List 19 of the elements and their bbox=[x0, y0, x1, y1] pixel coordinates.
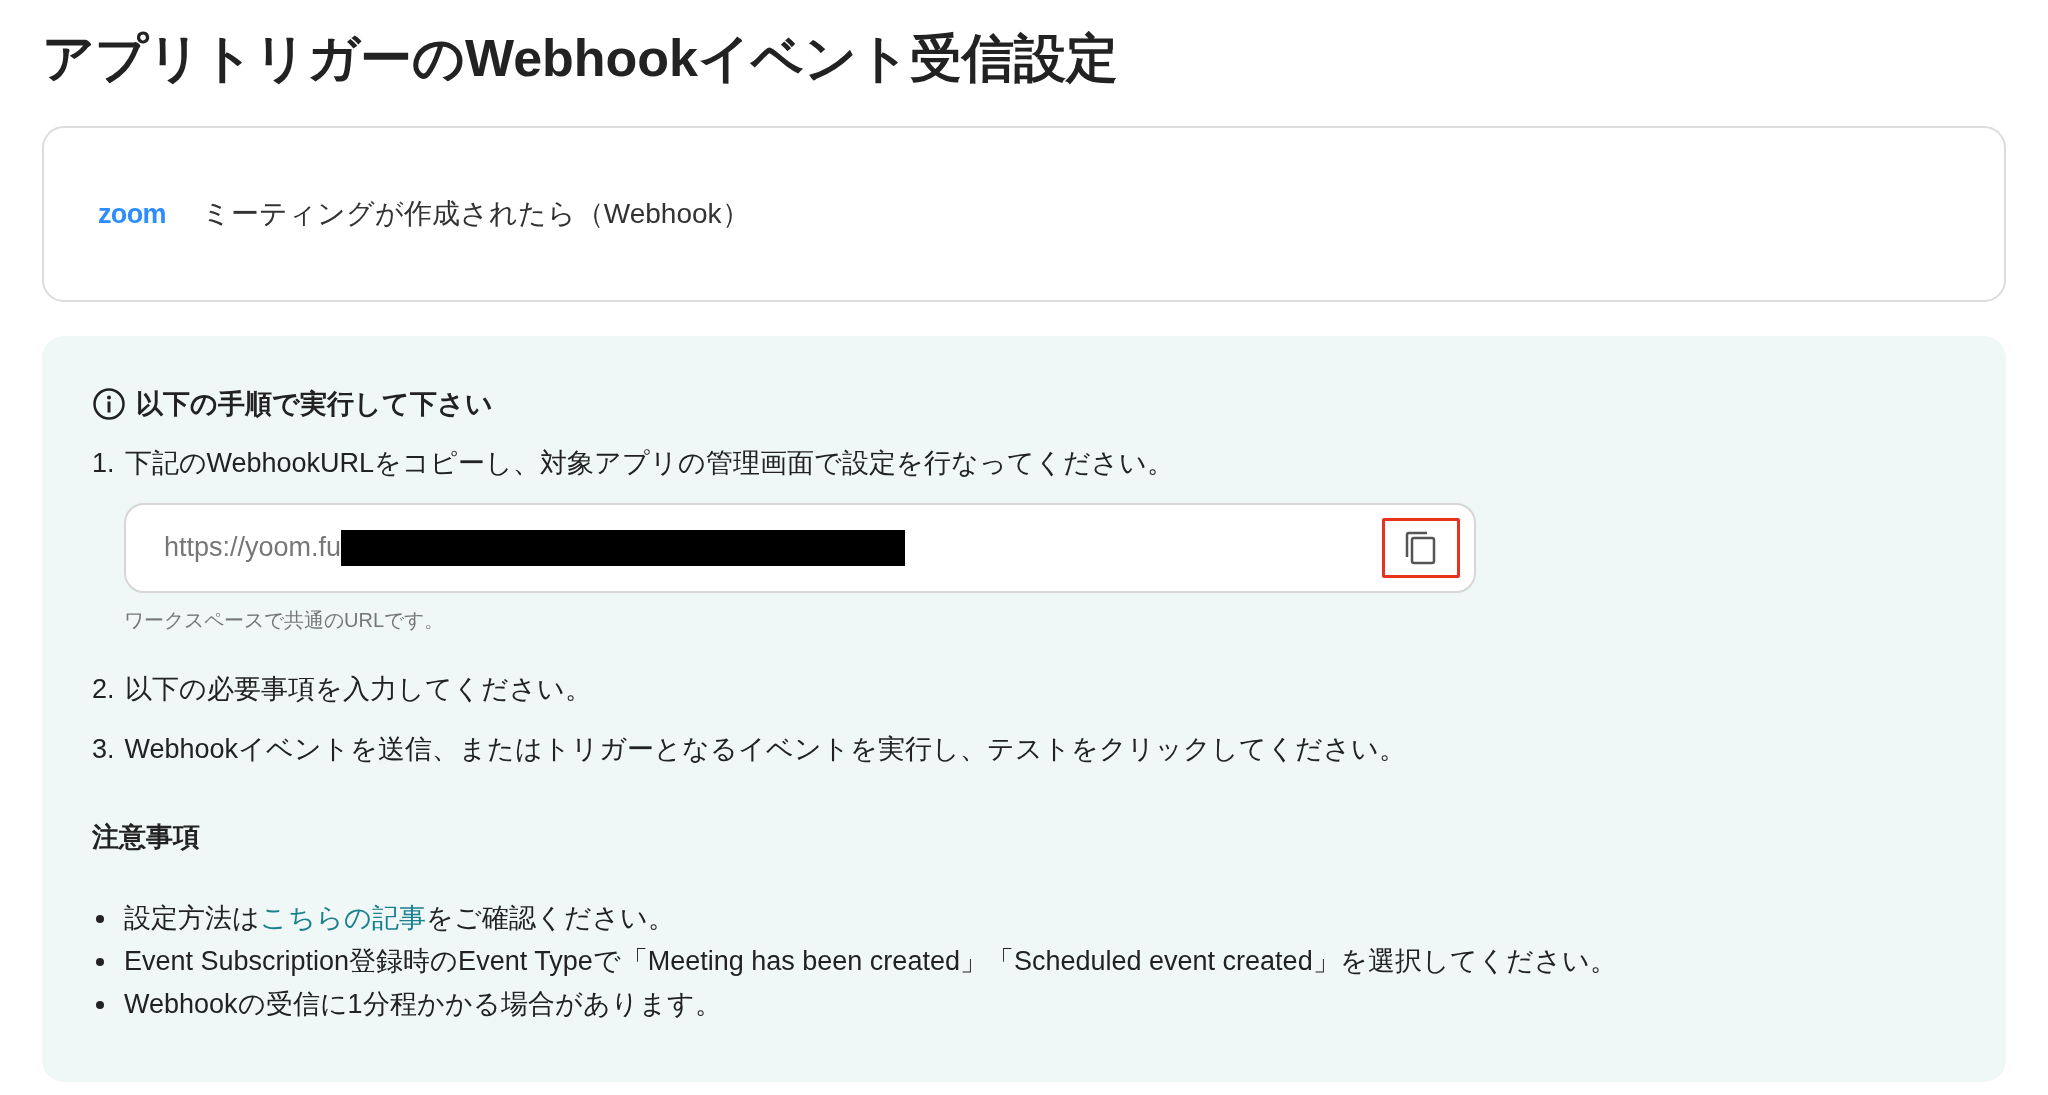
url-field[interactable]: https://yoom.fu bbox=[124, 502, 1476, 593]
instructions-heading: 以下の手順で実行して下さい bbox=[136, 388, 493, 421]
url-hint: ワークスペースで共通のURLです。 bbox=[124, 607, 444, 633]
info-icon bbox=[92, 387, 126, 422]
notes-heading: 注意事項 bbox=[92, 820, 200, 854]
copy-button[interactable] bbox=[1382, 517, 1460, 578]
step-text: Webhookイベントを送信、またはトリガーとなるイベントを実行し、テストをクリックしてください。 bbox=[124, 732, 1407, 766]
step-number: 2. bbox=[92, 672, 115, 706]
note-text: Event Subscription登録時のEvent Typeで「Meeting has been created」「Scheduled event created」を選択してください。 bbox=[124, 945, 1617, 978]
step-number: 3. bbox=[92, 732, 115, 766]
article-link[interactable]: こちらの記事 bbox=[260, 903, 426, 933]
note-text: Webhookの受信に1分程かかる場合があります。 bbox=[124, 988, 722, 1021]
page-title: アプリトリガーのWebhookイベント受信設定 bbox=[42, 28, 1119, 89]
trigger-label: ミーティングが作成されたら（Webhook） bbox=[201, 197, 750, 231]
step-text: 以下の必要事項を入力してください。 bbox=[124, 672, 592, 706]
app-logo: zoom bbox=[98, 197, 166, 231]
step-text: 下記のWebhookURLをコピーし、対象アプリの管理画面で設定を行なってください。 bbox=[124, 446, 1175, 480]
note-text: 設定方法は こちらの記事をご確認ください。 bbox=[124, 902, 675, 935]
step-number: 1. bbox=[92, 446, 115, 480]
